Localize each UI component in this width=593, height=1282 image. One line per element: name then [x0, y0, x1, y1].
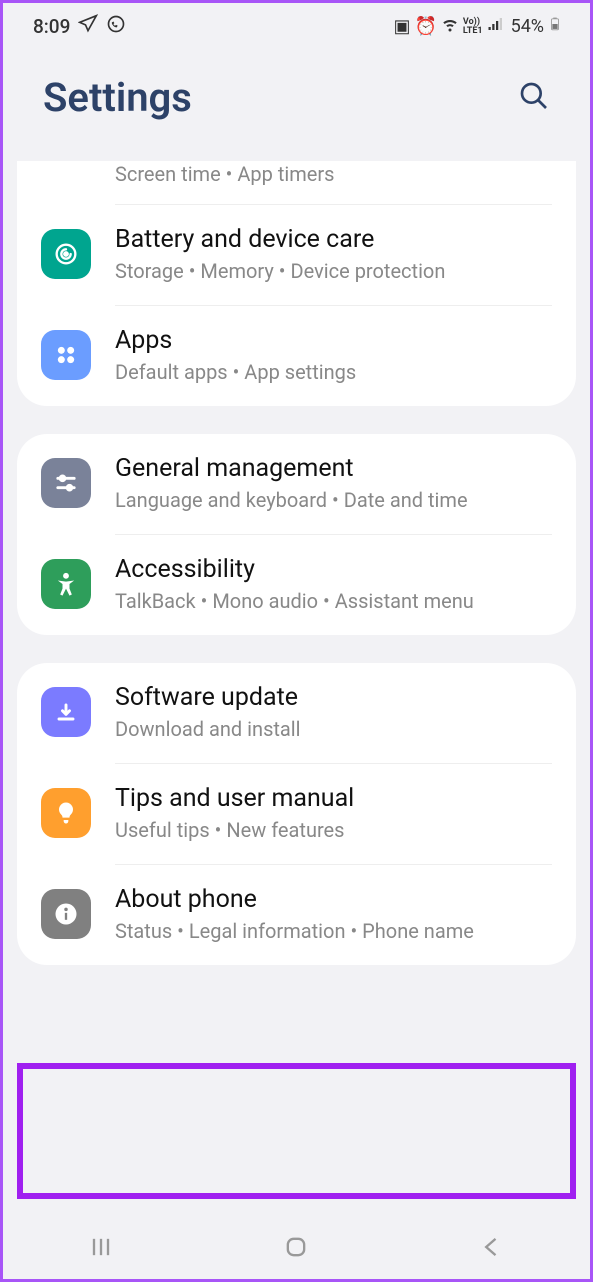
- item-title: Apps: [115, 326, 552, 355]
- status-right: ▣ ⏰ Vo))LTE1 54%: [393, 13, 562, 40]
- item-sub: TalkBack • Mono audio • Assistant menu: [115, 588, 552, 615]
- settings-item-battery[interactable]: Battery and device care Storage • Memory…: [17, 205, 576, 305]
- general-icon: [41, 458, 91, 508]
- volte-icon: Vo))LTE1: [463, 18, 483, 36]
- item-sub: Default apps • App settings: [115, 359, 552, 386]
- tips-icon: [41, 788, 91, 838]
- alarm-icon: ⏰: [414, 16, 436, 37]
- navigation-bar: [3, 1219, 590, 1279]
- item-sub: Download and install: [115, 716, 552, 743]
- recents-button[interactable]: [87, 1233, 115, 1265]
- item-text: About phone Status • Legal information •…: [115, 885, 552, 945]
- item-text: Accessibility TalkBack • Mono audio • As…: [115, 555, 552, 615]
- status-bar: 8:09 ▣ ⏰ Vo))LTE1 54%: [3, 3, 590, 46]
- dnd-icon: ▣: [393, 16, 410, 37]
- item-sub: Storage • Memory • Device protection: [115, 258, 552, 285]
- signal-icon: [487, 15, 505, 38]
- item-text: Apps Default apps • App settings: [115, 326, 552, 386]
- settings-item-tips[interactable]: Tips and user manual Useful tips • New f…: [17, 764, 576, 864]
- item-text: Tips and user manual Useful tips • New f…: [115, 784, 552, 844]
- page-header: Settings: [3, 46, 590, 161]
- settings-group-2: General management Language and keyboard…: [17, 434, 576, 635]
- settings-item-software[interactable]: Software update Download and install: [17, 663, 576, 763]
- settings-item-about[interactable]: About phone Status • Legal information •…: [17, 865, 576, 965]
- item-sub: Status • Legal information • Phone name: [115, 918, 552, 945]
- battery-text: 54%: [511, 16, 544, 37]
- item-text: Screen time • App timers: [115, 161, 552, 188]
- back-button[interactable]: [478, 1233, 506, 1265]
- highlight-about-phone: [17, 1063, 576, 1199]
- about-phone-icon: [41, 889, 91, 939]
- battery-care-icon: [41, 229, 91, 279]
- item-title: General management: [115, 454, 552, 483]
- item-title: About phone: [115, 885, 552, 914]
- item-title: Software update: [115, 683, 552, 712]
- settings-item-accessibility[interactable]: Accessibility TalkBack • Mono audio • As…: [17, 535, 576, 635]
- home-button[interactable]: [282, 1233, 310, 1265]
- item-sub: Language and keyboard • Date and time: [115, 487, 552, 514]
- item-title: Tips and user manual: [115, 784, 552, 813]
- wifi-icon: [441, 15, 459, 38]
- status-time: 8:09: [33, 15, 70, 38]
- settings-group-3: Software update Download and install Tip…: [17, 663, 576, 965]
- apps-icon: [41, 330, 91, 380]
- accessibility-icon: [41, 559, 91, 609]
- search-button[interactable]: [518, 80, 550, 116]
- settings-item-general[interactable]: General management Language and keyboard…: [17, 434, 576, 534]
- item-sub: Useful tips • New features: [115, 817, 552, 844]
- telegram-icon: [78, 14, 98, 39]
- software-update-icon: [41, 687, 91, 737]
- whatsapp-icon: [106, 14, 126, 39]
- settings-item-screen-time[interactable]: Screen time • App timers: [17, 161, 576, 204]
- battery-icon: [548, 13, 562, 40]
- status-left: 8:09: [33, 14, 126, 39]
- item-text: General management Language and keyboard…: [115, 454, 552, 514]
- item-text: Software update Download and install: [115, 683, 552, 743]
- page-title: Settings: [43, 74, 192, 121]
- item-sub: Screen time • App timers: [115, 161, 552, 188]
- settings-item-apps[interactable]: Apps Default apps • App settings: [17, 306, 576, 406]
- item-title: Battery and device care: [115, 225, 552, 254]
- settings-group-1: Screen time • App timers Battery and dev…: [17, 161, 576, 406]
- item-text: Battery and device care Storage • Memory…: [115, 225, 552, 285]
- item-title: Accessibility: [115, 555, 552, 584]
